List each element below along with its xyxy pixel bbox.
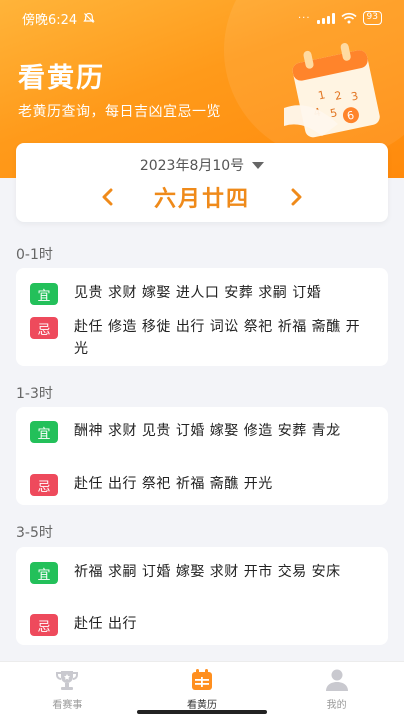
time-slot-label: 3-5时	[16, 525, 53, 541]
home-indicator	[137, 710, 267, 714]
calendar-number: 1	[317, 88, 327, 102]
signal-icon	[316, 12, 335, 24]
caret-down-icon	[252, 161, 265, 169]
lunar-date: 六月廿四	[153, 187, 250, 212]
next-day-button[interactable]	[277, 182, 317, 212]
chevron-left-icon	[102, 188, 113, 206]
page-subtitle: 老黄历查询，每日吉凶宜忌一览	[18, 104, 221, 120]
ji-row: 忌 赴任 出行	[30, 613, 374, 636]
ji-badge: 忌	[30, 474, 58, 496]
yi-text: 酬神 求财 见贵 订婚 嫁娶 修造 安葬 青龙	[74, 423, 341, 439]
date-selector-card: 2023年8月10号 六月廿四	[16, 143, 388, 222]
ji-text: 赴任 修造 移徙 出行 词讼 祭祀 祈福 斋醮 开光	[74, 319, 361, 357]
status-time: 傍晚6:24	[22, 12, 78, 28]
yi-row: 宜 祈福 求嗣 订婚 嫁娶 求财 开市 交易 安床	[30, 561, 374, 584]
ji-text: 赴任 出行 祭祀 祈福 斋醮 开光	[74, 476, 273, 492]
ji-row: 忌 赴任 出行 祭祀 祈福 斋醮 开光	[30, 473, 374, 496]
yi-badge: 宜	[30, 283, 58, 305]
calendar-number: 6	[346, 109, 356, 123]
time-slot-card: 宜 祈福 求嗣 订婚 嫁娶 求财 开市 交易 安床 忌 赴任 出行	[16, 547, 388, 645]
calendar-number: 2	[333, 89, 343, 103]
ji-text: 赴任 出行	[74, 616, 137, 632]
yi-text: 见贵 求财 嫁娶 进人口 安葬 求嗣 订婚	[74, 285, 322, 301]
time-slot-card: 宜 见贵 求财 嫁娶 进人口 安葬 求嗣 订婚 忌 赴任 修造 移徙 出行 词讼…	[16, 268, 388, 366]
tab-events[interactable]: 看赛事	[0, 662, 135, 719]
calendar-number: 3	[350, 89, 360, 103]
time-slot-label: 1-3时	[16, 386, 53, 402]
solar-date-picker[interactable]: 2023年8月10号	[16, 155, 388, 175]
calendar-icon	[192, 669, 212, 690]
user-icon	[325, 669, 348, 691]
calendar-number: 4	[312, 106, 322, 120]
ji-row: 忌 赴任 修造 移徙 出行 词讼 祭祀 祈福 斋醮 开光	[30, 316, 374, 360]
page-title: 看黄历	[18, 63, 105, 94]
trophy-icon	[56, 671, 79, 690]
prev-day-button[interactable]	[87, 182, 127, 212]
tab-label: 看黄历	[187, 700, 217, 711]
battery-indicator: 93	[362, 11, 382, 25]
dots-icon: ···	[298, 12, 311, 24]
tab-profile[interactable]: 我的	[269, 662, 404, 719]
solar-date: 2023年8月10号	[139, 158, 245, 174]
calendar-illustration-icon: 1 2 3 4 5 6	[284, 42, 380, 138]
ji-badge: 忌	[30, 317, 58, 339]
calendar-number: 5	[329, 106, 339, 120]
yi-text: 祈福 求嗣 订婚 嫁娶 求财 开市 交易 安床	[74, 564, 341, 580]
tab-label: 看赛事	[52, 700, 83, 711]
wifi-icon	[340, 12, 357, 24]
chevron-right-icon	[291, 188, 302, 206]
yi-badge: 宜	[30, 562, 58, 584]
status-bar: 傍晚6:24 ··· 93	[0, 0, 404, 36]
yi-row: 宜 见贵 求财 嫁娶 进人口 安葬 求嗣 订婚	[30, 282, 374, 305]
yi-row: 宜 酬神 求财 见贵 订婚 嫁娶 修造 安葬 青龙	[30, 420, 374, 443]
yi-badge: 宜	[30, 421, 58, 443]
ji-badge: 忌	[30, 614, 58, 636]
tab-label: 我的	[326, 700, 347, 711]
mute-icon	[83, 12, 95, 23]
time-slot-label: 0-1时	[16, 247, 53, 263]
time-slot-card: 宜 酬神 求财 见贵 订婚 嫁娶 修造 安葬 青龙 忌 赴任 出行 祭祀 祈福 …	[16, 407, 388, 505]
